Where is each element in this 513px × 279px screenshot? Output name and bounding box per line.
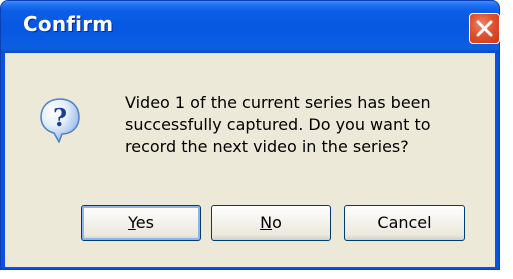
- yes-button-label: Yes: [128, 213, 154, 232]
- dialog-message: Video 1 of the current series has been s…: [125, 93, 431, 156]
- confirm-dialog: Confirm ? Video 1 of the current series …: [0, 0, 500, 270]
- cancel-button[interactable]: Cancel: [344, 205, 465, 241]
- dialog-body: ? Video 1 of the current series has been…: [5, 53, 495, 267]
- dialog-title: Confirm: [23, 12, 114, 36]
- no-button-label: No: [260, 213, 282, 232]
- cancel-button-label: Cancel: [377, 213, 432, 232]
- svg-text:?: ?: [53, 103, 67, 132]
- close-icon: [476, 20, 493, 37]
- no-button[interactable]: No: [211, 205, 331, 241]
- help-question-icon: ?: [40, 98, 80, 143]
- close-button[interactable]: [469, 13, 500, 44]
- yes-button[interactable]: Yes: [81, 205, 201, 241]
- title-bar[interactable]: Confirm: [1, 1, 500, 53]
